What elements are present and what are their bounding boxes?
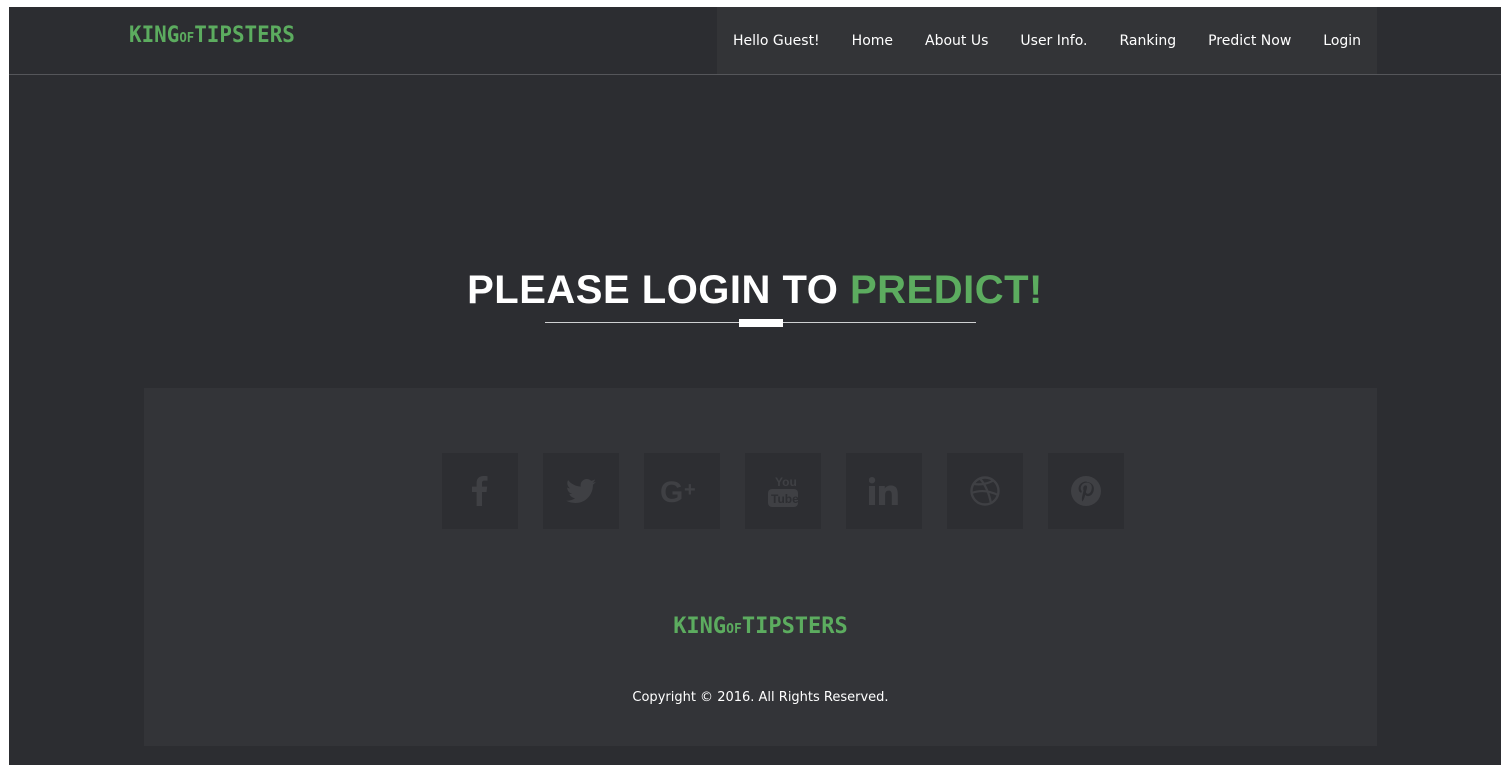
logo-text-tipsters: TIPSTERS: [194, 23, 295, 48]
copyright-text: Copyright © 2016. All Rights Reserved.: [632, 690, 889, 705]
main-nav: Hello Guest! Home About Us User Info. Ra…: [717, 7, 1377, 74]
logo-text-of: OF: [179, 31, 195, 46]
nav-hello-guest[interactable]: Hello Guest!: [733, 33, 820, 49]
dribbble-icon: [970, 476, 1000, 506]
linkedin-button[interactable]: [846, 453, 922, 529]
nav-about-us[interactable]: About Us: [925, 33, 988, 49]
nav-login[interactable]: Login: [1323, 33, 1361, 49]
youtube-button[interactable]: You Tube: [745, 453, 821, 529]
twitter-icon: [566, 479, 596, 503]
nav-ranking[interactable]: Ranking: [1119, 33, 1176, 49]
social-links: G + You Tube: [442, 453, 1124, 529]
page-title-accent: PREDICT!: [849, 268, 1043, 312]
footer-logo-of: OF: [726, 622, 742, 637]
footer-logo[interactable]: KINGOFTIPSTERS: [144, 614, 1377, 643]
svg-text:G: G: [660, 478, 683, 504]
logo-text-king: KING: [129, 23, 180, 48]
twitter-button[interactable]: [543, 453, 619, 529]
pinterest-icon: [1071, 476, 1101, 506]
nav-user-info[interactable]: User Info.: [1020, 33, 1087, 49]
page-title: PLEASE LOGIN TO PREDICT!: [9, 267, 1501, 313]
page: KINGOFTIPSTERS Hello Guest! Home About U…: [9, 7, 1501, 765]
linkedin-icon: [869, 477, 899, 505]
site-header: KINGOFTIPSTERS Hello Guest! Home About U…: [9, 7, 1501, 75]
facebook-icon: [472, 476, 488, 506]
dribbble-button[interactable]: [947, 453, 1023, 529]
nav-home[interactable]: Home: [852, 33, 893, 49]
google-plus-button[interactable]: G +: [644, 453, 720, 529]
footer-panel: G + You Tube KINGOFTIPSTERS Copyright © …: [144, 388, 1377, 746]
nav-predict-now[interactable]: Predict Now: [1208, 33, 1291, 49]
svg-text:+: +: [684, 479, 696, 501]
google-plus-icon: G +: [660, 478, 704, 504]
title-divider-block: [739, 319, 783, 327]
facebook-button[interactable]: [442, 453, 518, 529]
youtube-icon: You Tube: [768, 474, 798, 508]
header-logo[interactable]: KINGOFTIPSTERS: [129, 23, 295, 52]
pinterest-button[interactable]: [1048, 453, 1124, 529]
footer-logo-king: KING: [673, 614, 727, 639]
footer-logo-tipsters: TIPSTERS: [741, 614, 848, 639]
page-title-main: PLEASE LOGIN TO: [467, 268, 850, 312]
svg-text:Tube: Tube: [771, 492, 798, 506]
svg-text:You: You: [775, 475, 797, 489]
